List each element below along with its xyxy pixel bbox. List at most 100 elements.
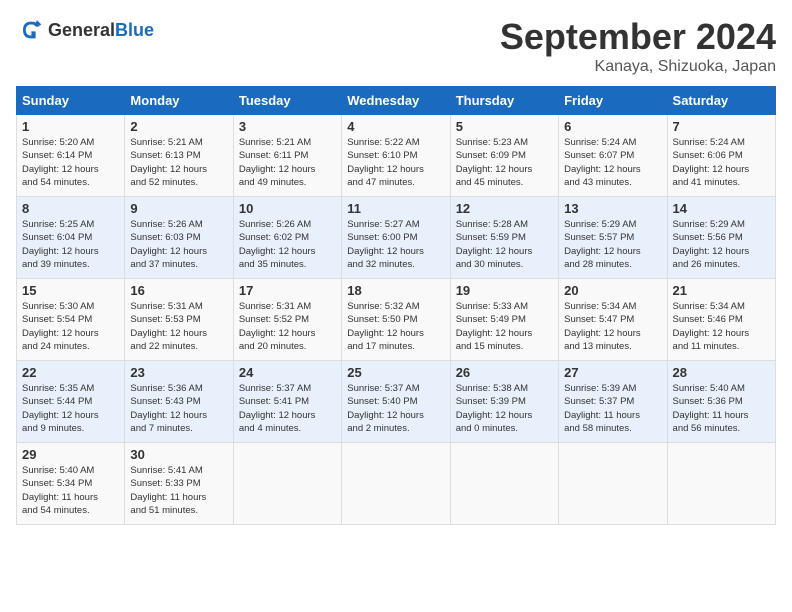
calendar-table: SundayMondayTuesdayWednesdayThursdayFrid… (16, 86, 776, 525)
cell-details: Sunrise: 5:29 AM Sunset: 5:56 PM Dayligh… (673, 218, 770, 271)
calendar-cell (233, 443, 341, 525)
cell-details: Sunrise: 5:39 AM Sunset: 5:37 PM Dayligh… (564, 382, 661, 435)
cell-details: Sunrise: 5:34 AM Sunset: 5:47 PM Dayligh… (564, 300, 661, 353)
calendar-cell: 9Sunrise: 5:26 AM Sunset: 6:03 PM Daylig… (125, 197, 233, 279)
day-number: 20 (564, 283, 661, 298)
weekday-header-monday: Monday (125, 87, 233, 115)
calendar-cell: 12Sunrise: 5:28 AM Sunset: 5:59 PM Dayli… (450, 197, 558, 279)
cell-details: Sunrise: 5:36 AM Sunset: 5:43 PM Dayligh… (130, 382, 227, 435)
cell-details: Sunrise: 5:31 AM Sunset: 5:53 PM Dayligh… (130, 300, 227, 353)
day-number: 26 (456, 365, 553, 380)
weekday-header-wednesday: Wednesday (342, 87, 450, 115)
weekday-header-saturday: Saturday (667, 87, 775, 115)
cell-details: Sunrise: 5:35 AM Sunset: 5:44 PM Dayligh… (22, 382, 119, 435)
calendar-cell: 2Sunrise: 5:21 AM Sunset: 6:13 PM Daylig… (125, 115, 233, 197)
cell-details: Sunrise: 5:24 AM Sunset: 6:07 PM Dayligh… (564, 136, 661, 189)
day-number: 21 (673, 283, 770, 298)
day-number: 22 (22, 365, 119, 380)
day-number: 8 (22, 201, 119, 216)
calendar-cell: 4 Sunrise: 5:22 AM Sunset: 6:10 PM Daylig… (342, 115, 450, 197)
calendar-cell: 30 Sunrise: 5:41 AM Sunset: 5:33 PM Dayli… (125, 443, 233, 525)
day-number: 25 (347, 365, 444, 380)
calendar-week-row: 15 Sunrise: 5:30 AM Sunset: 5:54 PM Dayli… (17, 279, 776, 361)
day-number: 30 (130, 447, 227, 462)
calendar-cell: 20 Sunrise: 5:34 AM Sunset: 5:47 PM Dayli… (559, 279, 667, 361)
weekday-header-row: SundayMondayTuesdayWednesdayThursdayFrid… (17, 87, 776, 115)
cell-details: Sunrise: 5:21 AM Sunset: 6:11 PM Dayligh… (239, 136, 336, 189)
header: GeneralBlue September 2024 Kanaya, Shizu… (16, 16, 776, 76)
calendar-cell: 8 Sunrise: 5:25 AM Sunset: 6:04 PM Daylig… (17, 197, 125, 279)
cell-details: Sunrise: 5:38 AM Sunset: 5:39 PM Dayligh… (456, 382, 553, 435)
calendar-cell: 22 Sunrise: 5:35 AM Sunset: 5:44 PM Dayli… (17, 361, 125, 443)
calendar-cell: 7 Sunrise: 5:24 AM Sunset: 6:06 PM Daylig… (667, 115, 775, 197)
title-area: September 2024 Kanaya, Shizuoka, Japan (500, 16, 776, 76)
calendar-cell: 3 Sunrise: 5:21 AM Sunset: 6:11 PM Daylig… (233, 115, 341, 197)
calendar-cell (342, 443, 450, 525)
calendar-cell: 5 Sunrise: 5:23 AM Sunset: 6:09 PM Daylig… (450, 115, 558, 197)
weekday-header-thursday: Thursday (450, 87, 558, 115)
logo-general: General (48, 20, 115, 40)
calendar-cell: 26 Sunrise: 5:38 AM Sunset: 5:39 PM Dayli… (450, 361, 558, 443)
cell-details: Sunrise: 5:37 AM Sunset: 5:40 PM Dayligh… (347, 382, 444, 435)
day-number: 28 (673, 365, 770, 380)
cell-details: Sunrise: 5:23 AM Sunset: 6:09 PM Dayligh… (456, 136, 553, 189)
cell-details: Sunrise: 5:21 AM Sunset: 6:13 PM Dayligh… (130, 136, 227, 189)
day-number: 13 (564, 201, 661, 216)
calendar-week-row: 1Sunrise: 5:20 AM Sunset: 6:14 PM Daylig… (17, 115, 776, 197)
calendar-cell: 10 Sunrise: 5:26 AM Sunset: 6:02 PM Dayli… (233, 197, 341, 279)
weekday-header-sunday: Sunday (17, 87, 125, 115)
day-number: 6 (564, 119, 661, 134)
cell-details: Sunrise: 5:20 AM Sunset: 6:14 PM Dayligh… (22, 136, 119, 189)
logo: GeneralBlue (16, 16, 154, 44)
cell-details: Sunrise: 5:34 AM Sunset: 5:46 PM Dayligh… (673, 300, 770, 353)
day-number: 23 (130, 365, 227, 380)
day-number: 12 (456, 201, 553, 216)
cell-details: Sunrise: 5:33 AM Sunset: 5:49 PM Dayligh… (456, 300, 553, 353)
day-number: 24 (239, 365, 336, 380)
calendar-cell: 25 Sunrise: 5:37 AM Sunset: 5:40 PM Dayli… (342, 361, 450, 443)
day-number: 4 (347, 119, 444, 134)
calendar-week-row: 8 Sunrise: 5:25 AM Sunset: 6:04 PM Daylig… (17, 197, 776, 279)
cell-details: Sunrise: 5:40 AM Sunset: 5:34 PM Dayligh… (22, 464, 119, 517)
calendar-cell: 6 Sunrise: 5:24 AM Sunset: 6:07 PM Daylig… (559, 115, 667, 197)
day-number: 16 (130, 283, 227, 298)
cell-details: Sunrise: 5:41 AM Sunset: 5:33 PM Dayligh… (130, 464, 227, 517)
calendar-cell: 27 Sunrise: 5:39 AM Sunset: 5:37 PM Dayli… (559, 361, 667, 443)
logo-blue: Blue (115, 20, 154, 40)
cell-details: Sunrise: 5:24 AM Sunset: 6:06 PM Dayligh… (673, 136, 770, 189)
logo-icon (16, 16, 44, 44)
calendar-cell: 14Sunrise: 5:29 AM Sunset: 5:56 PM Dayli… (667, 197, 775, 279)
weekday-header-tuesday: Tuesday (233, 87, 341, 115)
day-number: 10 (239, 201, 336, 216)
day-number: 3 (239, 119, 336, 134)
day-number: 27 (564, 365, 661, 380)
calendar-cell: 24Sunrise: 5:37 AM Sunset: 5:41 PM Dayli… (233, 361, 341, 443)
calendar-cell: 19 Sunrise: 5:33 AM Sunset: 5:49 PM Dayli… (450, 279, 558, 361)
calendar-cell: 13Sunrise: 5:29 AM Sunset: 5:57 PM Dayli… (559, 197, 667, 279)
cell-details: Sunrise: 5:31 AM Sunset: 5:52 PM Dayligh… (239, 300, 336, 353)
cell-details: Sunrise: 5:22 AM Sunset: 6:10 PM Dayligh… (347, 136, 444, 189)
weekday-header-friday: Friday (559, 87, 667, 115)
day-number: 5 (456, 119, 553, 134)
calendar-cell: 29Sunrise: 5:40 AM Sunset: 5:34 PM Dayli… (17, 443, 125, 525)
location-title: Kanaya, Shizuoka, Japan (500, 58, 776, 76)
cell-details: Sunrise: 5:30 AM Sunset: 5:54 PM Dayligh… (22, 300, 119, 353)
calendar-cell: 23 Sunrise: 5:36 AM Sunset: 5:43 PM Dayli… (125, 361, 233, 443)
day-number: 15 (22, 283, 119, 298)
calendar-cell: 11Sunrise: 5:27 AM Sunset: 6:00 PM Dayli… (342, 197, 450, 279)
calendar-cell: 15 Sunrise: 5:30 AM Sunset: 5:54 PM Dayli… (17, 279, 125, 361)
calendar-week-row: 29Sunrise: 5:40 AM Sunset: 5:34 PM Dayli… (17, 443, 776, 525)
cell-details: Sunrise: 5:27 AM Sunset: 6:00 PM Dayligh… (347, 218, 444, 271)
calendar-cell (667, 443, 775, 525)
day-number: 18 (347, 283, 444, 298)
calendar-cell: 1Sunrise: 5:20 AM Sunset: 6:14 PM Daylig… (17, 115, 125, 197)
calendar-cell: 16 Sunrise: 5:31 AM Sunset: 5:53 PM Dayli… (125, 279, 233, 361)
calendar-cell (559, 443, 667, 525)
calendar-cell: 21 Sunrise: 5:34 AM Sunset: 5:46 PM Dayli… (667, 279, 775, 361)
calendar-cell: 28Sunrise: 5:40 AM Sunset: 5:36 PM Dayli… (667, 361, 775, 443)
cell-details: Sunrise: 5:26 AM Sunset: 6:02 PM Dayligh… (239, 218, 336, 271)
day-number: 19 (456, 283, 553, 298)
calendar-week-row: 22 Sunrise: 5:35 AM Sunset: 5:44 PM Dayli… (17, 361, 776, 443)
cell-details: Sunrise: 5:25 AM Sunset: 6:04 PM Dayligh… (22, 218, 119, 271)
day-number: 7 (673, 119, 770, 134)
